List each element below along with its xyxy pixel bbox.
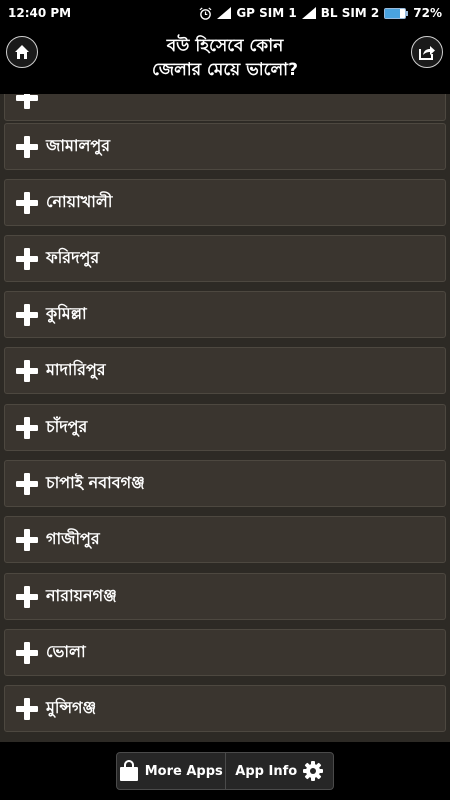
app-info-label: App Info [235,763,298,779]
page-title-line1: বউ হিসেবে কোন [166,36,284,56]
list-item[interactable]: জামালপুর [4,123,446,170]
status-icons: GP SIM 1 BL SIM 2 72% [199,6,442,20]
signal-icon-sim1 [217,7,232,19]
sim2-label: BL SIM 2 [320,6,380,20]
battery-percent: 72% [413,6,442,20]
home-icon [15,45,29,59]
more-apps-label: More Apps [144,763,223,779]
list-item-label: কুমিল্লা [46,304,87,323]
list-item[interactable]: নোয়াখালী [4,179,446,226]
page-title: বউ হিসেবে কোন জেলার মেয়ে ভালো? [70,34,380,82]
list-item-label: নোয়াখালী [46,192,113,211]
list-item-label: ভোলা [46,642,86,661]
plus-icon [16,191,38,214]
app-bar: বউ হিসেবে কোন জেলার মেয়ে ভালো? [0,26,450,94]
plus-icon [16,528,38,551]
list-item-label: মাদারিপুর [46,360,106,379]
district-list[interactable]: জামালপুর নোয়াখালী ফরিদপুর কুমিল্লা মাদা… [0,94,450,742]
signal-icon-sim2 [301,7,316,19]
plus-icon [16,585,38,608]
list-item-label: মুন্সিগঞ্জ [46,698,97,717]
plus-icon [16,94,38,109]
plus-icon [16,247,38,270]
status-bar: 12:40 PM GP SIM 1 BL SIM 2 72% [0,0,450,26]
list-item-label: চাঁদপুর [46,417,88,436]
list-item[interactable]: ফরিদপুর [4,235,446,282]
list-item-label: গাজীপুর [46,529,100,548]
list-item-label: নারায়নগঞ্জ [46,586,117,605]
app-info-button[interactable]: App Info [224,753,334,789]
share-icon [419,46,435,60]
share-button[interactable] [411,36,443,68]
list-item[interactable]: মুন্সিগঞ্জ [4,685,446,732]
plus-icon [16,697,38,720]
gear-icon [303,761,324,781]
list-item[interactable]: ভোলা [4,629,446,676]
list-item[interactable]: কুমিল্লা [4,291,446,338]
alarm-icon [199,6,212,20]
plus-icon [16,416,38,439]
shopping-bag-icon [119,760,138,781]
list-item-label: চাপাই নবাবগঞ্জ [46,473,145,492]
plus-icon [16,641,38,664]
list-item[interactable]: মাদারিপুর [4,347,446,394]
plus-icon [16,359,38,382]
plus-icon [16,303,38,326]
page-title-line2: জেলার মেয়ে ভালো? [152,60,298,80]
list-item-partial[interactable] [4,94,446,121]
list-item[interactable]: চাপাই নবাবগঞ্জ [4,460,446,507]
list-item[interactable]: চাঁদপুর [4,404,446,451]
plus-icon [16,472,38,495]
status-time: 12:40 PM [8,6,72,20]
bottom-bar: More Apps App Info [0,742,450,800]
home-button[interactable] [6,36,38,68]
list-item[interactable]: নারায়নগঞ্জ [4,573,446,620]
battery-icon [384,7,409,19]
list-item-label: জামালপুর [46,136,111,155]
list-item[interactable]: গাজীপুর [4,516,446,563]
footer-button-group: More Apps App Info [116,752,334,790]
plus-icon [16,135,38,158]
list-item-label: ফরিদপুর [46,248,100,267]
more-apps-button[interactable]: More Apps [117,753,225,789]
sim1-label: GP SIM 1 [236,6,297,20]
